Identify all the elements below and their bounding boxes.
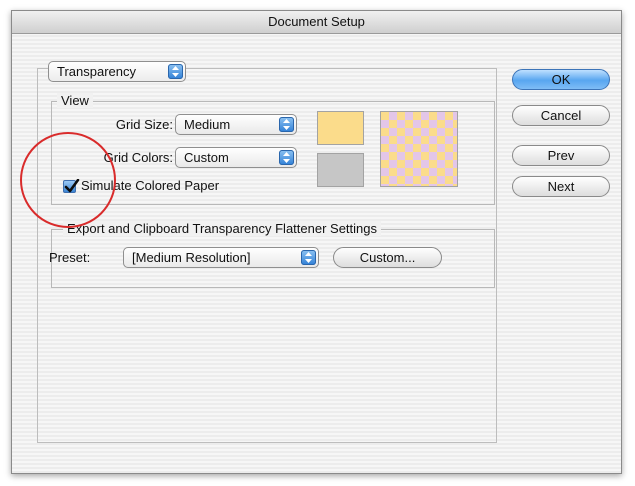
grid-size-popup[interactable]: Medium (175, 114, 297, 135)
grid-color-dark-swatch[interactable] (317, 153, 364, 187)
annotation-circle (20, 132, 116, 228)
next-button[interactable]: Next (512, 176, 610, 197)
transparency-grid-preview (380, 111, 458, 187)
grid-colors-value: Custom (184, 150, 229, 165)
document-setup-dialog: Document Setup Transparency View Grid Si… (11, 10, 622, 474)
ok-button[interactable]: OK (512, 69, 610, 90)
custom-button[interactable]: Custom... (333, 247, 442, 268)
grid-color-light-swatch[interactable] (317, 111, 364, 145)
dialog-title: Document Setup (12, 11, 621, 34)
prev-button[interactable]: Prev (512, 145, 610, 166)
preset-value: [Medium Resolution] (132, 250, 251, 265)
flattener-group-label: Export and Clipboard Transparency Flatte… (63, 221, 382, 236)
popup-arrows-icon (301, 250, 316, 265)
preset-label: Preset: (49, 250, 91, 265)
popup-arrows-icon (279, 117, 294, 132)
grid-size-label: Grid Size: (115, 117, 173, 132)
preset-popup[interactable]: [Medium Resolution] (123, 247, 319, 268)
grid-colors-popup[interactable]: Custom (175, 147, 297, 168)
category-popup[interactable]: Transparency (48, 61, 186, 82)
cancel-button[interactable]: Cancel (512, 105, 610, 126)
category-popup-label: Transparency (57, 64, 136, 79)
popup-arrows-icon (168, 64, 183, 79)
view-group-label: View (57, 93, 93, 108)
popup-arrows-icon (279, 150, 294, 165)
grid-size-value: Medium (184, 117, 231, 132)
